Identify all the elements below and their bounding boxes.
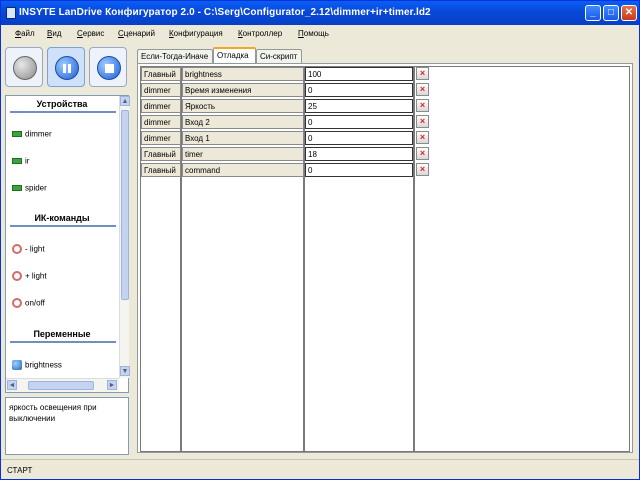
delete-row-icon[interactable]: × (416, 67, 429, 80)
row-value-field[interactable]: 100 (305, 67, 413, 81)
maximize-button[interactable]: □ (603, 5, 619, 21)
tree-item-on-off[interactable]: on/off (12, 298, 45, 310)
row-source-cell: dimmer (141, 99, 181, 113)
vertical-scroll-thumb[interactable] (121, 110, 129, 300)
delete-row-icon[interactable]: × (416, 115, 429, 128)
row-value-field[interactable]: 0 (305, 115, 413, 129)
app-icon (6, 7, 16, 19)
stop-button[interactable] (89, 47, 127, 87)
scroll-left-arrow-icon[interactable]: ◄ (7, 380, 17, 390)
record-icon (13, 56, 37, 80)
section-divider (10, 111, 116, 113)
tree-item-label: spider (25, 183, 47, 193)
app-window: INSYTE LanDrive Конфигуратор 2.0 - C:\Se… (0, 0, 640, 480)
delete-row-icon[interactable]: × (416, 163, 429, 176)
tree-item-dimmer[interactable]: dimmer (12, 129, 52, 141)
debug-grid: Главный brightness 100 × dimmer Время изменен… (137, 63, 633, 453)
tab-if-then-else[interactable]: Если-Тогда-Иначе (137, 49, 213, 63)
row-source-cell: dimmer (141, 83, 181, 97)
minimize-button[interactable]: _ (585, 5, 601, 21)
toolbar (3, 45, 129, 93)
action-column (414, 66, 630, 452)
menu-service[interactable]: Сервис (77, 29, 104, 38)
tree-item-label: ir (25, 156, 30, 166)
stop-icon (97, 56, 121, 80)
row-name-cell: Время изменения (182, 83, 304, 97)
device-icon (12, 157, 22, 164)
menu-controller[interactable]: Контроллер (238, 29, 282, 38)
scroll-down-arrow-icon[interactable]: ▼ (120, 366, 130, 376)
title-bar[interactable]: INSYTE LanDrive Конфигуратор 2.0 - C:\Se… (1, 1, 639, 25)
row-source-cell: Главный (141, 147, 181, 161)
tree-item-brightness[interactable]: brightness (12, 360, 62, 372)
row-source-cell: Главный (141, 67, 181, 81)
row-source-cell: dimmer (141, 115, 181, 129)
row-value-field[interactable]: 25 (305, 99, 413, 113)
pause-icon (55, 56, 79, 80)
scroll-up-arrow-icon[interactable]: ▲ (120, 96, 130, 106)
tree-item-label: dimmer (25, 129, 52, 139)
variable-icon (12, 360, 22, 370)
status-text: СТАРТ (7, 466, 33, 475)
ir-command-icon (12, 244, 22, 254)
delete-row-icon[interactable]: × (416, 83, 429, 96)
tree-item-label: - light (25, 244, 45, 254)
status-bar: СТАРТ (1, 459, 639, 479)
menu-scenario[interactable]: Сценарий (118, 29, 155, 38)
row-source-cell: Главный (141, 163, 181, 177)
row-name-cell: timer (182, 147, 304, 161)
tree-item-light-minus[interactable]: - light (12, 244, 45, 256)
row-value-field[interactable]: 18 (305, 147, 413, 161)
delete-row-icon[interactable]: × (416, 147, 429, 160)
horizontal-scroll-thumb[interactable] (28, 381, 94, 390)
tree-item-light-plus[interactable]: + light (12, 271, 47, 283)
record-button[interactable] (5, 47, 43, 87)
device-icon (12, 184, 22, 191)
device-icon (12, 130, 22, 137)
tree-item-spider[interactable]: spider (12, 183, 47, 195)
scroll-right-arrow-icon[interactable]: ► (107, 380, 117, 390)
description-panel: яркость освещения при выключении (5, 397, 129, 455)
tree-item-label: brightness (25, 360, 62, 370)
menu-configuration[interactable]: Конфигурация (169, 29, 223, 38)
tree-item-label: + light (25, 271, 47, 281)
menu-bar: Файл Вид Сервис Сценарий Конфигурация Ко… (1, 25, 639, 43)
row-value-field[interactable]: 0 (305, 83, 413, 97)
pause-button[interactable] (47, 47, 85, 87)
section-divider (10, 341, 116, 343)
row-name-cell: Вход 1 (182, 131, 304, 145)
object-tree-panel: Устройства dimmer ir spider ИК-команды -… (5, 95, 130, 393)
delete-row-icon[interactable]: × (416, 99, 429, 112)
tab-debug[interactable]: Отладка (213, 47, 256, 63)
row-value-field[interactable]: 0 (305, 163, 413, 177)
ir-command-icon (12, 271, 22, 281)
menu-view[interactable]: Вид (47, 29, 61, 38)
delete-row-icon[interactable]: × (416, 131, 429, 144)
tree-item-ir[interactable]: ir (12, 156, 29, 168)
row-name-cell: Вход 2 (182, 115, 304, 129)
ir-commands-section-title: ИК-команды (34, 213, 90, 223)
menu-help[interactable]: Помощь (298, 29, 329, 38)
variables-section-title: Переменные (33, 329, 91, 339)
row-value-field[interactable]: 0 (305, 131, 413, 145)
row-name-cell: Яркость (182, 99, 304, 113)
horizontal-scrollbar[interactable]: ◄ ► (6, 378, 119, 392)
row-source-cell: dimmer (141, 131, 181, 145)
tab-c-script[interactable]: Си-скрипт (256, 49, 302, 63)
section-divider (10, 225, 116, 227)
vertical-scrollbar[interactable]: ▲ ▼ (119, 96, 130, 378)
menu-file[interactable]: Файл (15, 29, 35, 38)
close-button[interactable]: ✕ (621, 5, 637, 21)
devices-section-title: Устройства (36, 99, 88, 109)
row-name-cell: command (182, 163, 304, 177)
ir-command-icon (12, 298, 22, 308)
row-name-cell: brightness (182, 67, 304, 81)
window-title: INSYTE LanDrive Конфигуратор 2.0 - C:\Se… (19, 7, 431, 18)
tree-item-label: on/off (25, 298, 45, 308)
